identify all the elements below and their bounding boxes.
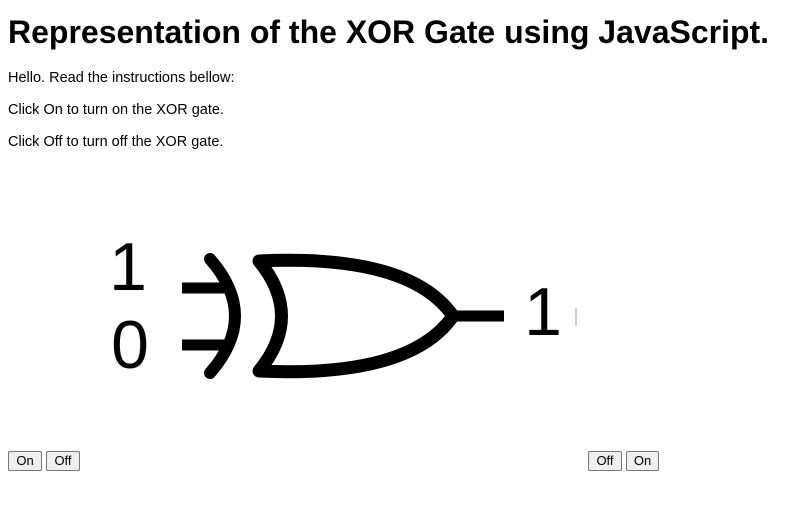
instructions-off: Click Off to turn off the XOR gate.	[8, 134, 224, 150]
instructions-intro: Hello. Read the instructions bellow:	[8, 70, 235, 86]
left-off-button[interactable]: Off	[46, 451, 80, 471]
right-on-button[interactable]: On	[626, 451, 659, 471]
input-b-label: 0	[111, 307, 149, 382]
instructions-on: Click On to turn on the XOR gate.	[8, 102, 224, 118]
input-a-label: 1	[109, 232, 147, 305]
output-label: 1	[524, 274, 562, 350]
xor-gate-icon: 1 0 1	[109, 232, 577, 382]
right-off-button[interactable]: Off	[588, 451, 622, 471]
left-on-button[interactable]: On	[8, 451, 42, 471]
gate-body	[252, 253, 460, 379]
page-title: Representation of the XOR Gate using Jav…	[8, 14, 770, 50]
xor-back-curve	[204, 253, 241, 379]
